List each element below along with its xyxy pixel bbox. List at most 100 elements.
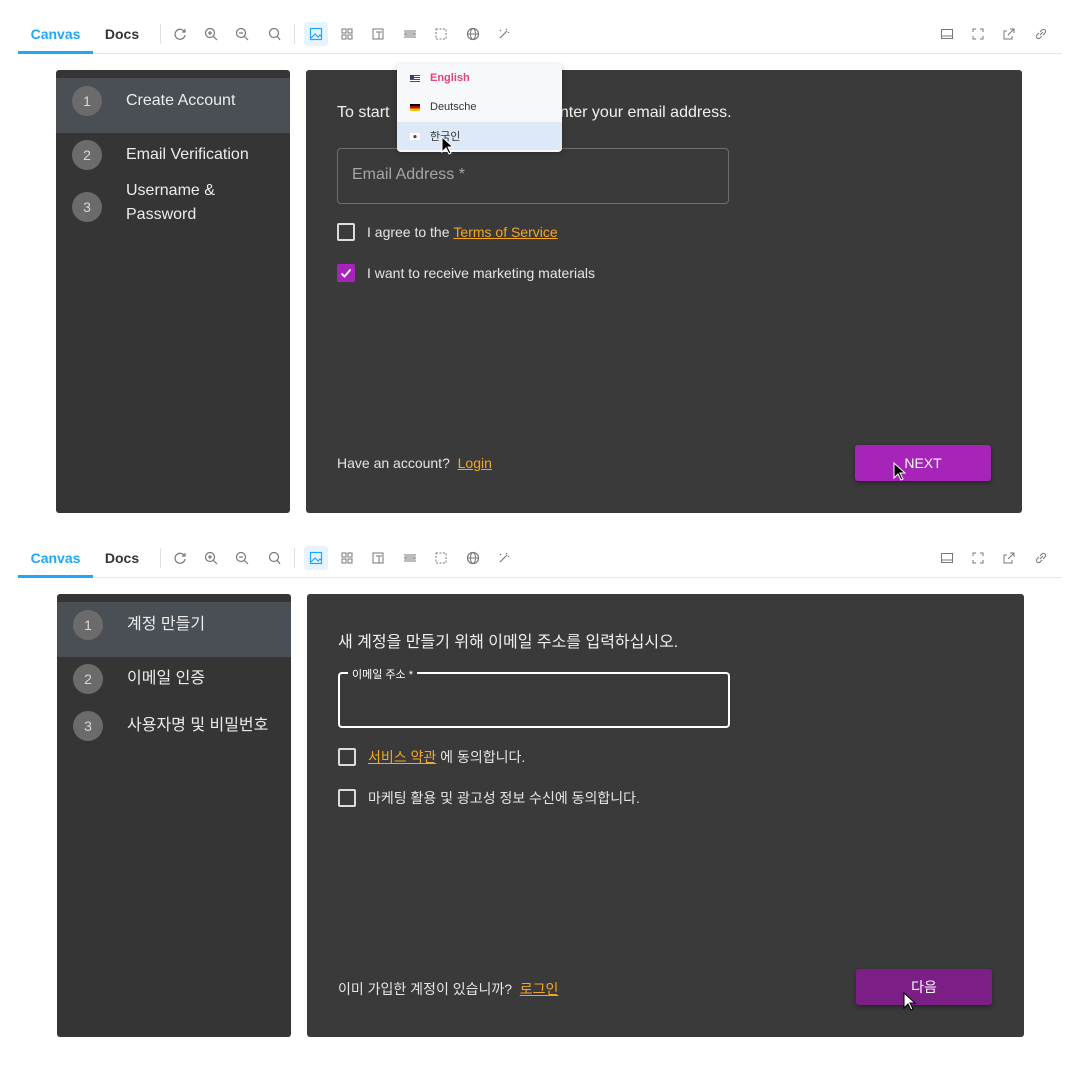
email-field[interactable]: 이메일 주소 * — [338, 666, 730, 728]
have-account-text: 이미 가입한 계정이 있습니까? — [338, 981, 513, 997]
storybook-toolbar: Canvas Docs — [18, 538, 1062, 578]
step-label: Username & Password — [126, 182, 215, 223]
reload-icon[interactable] — [168, 546, 192, 570]
intro-text-end: enter your email address. — [551, 104, 732, 121]
zoom-out-icon[interactable] — [230, 546, 254, 570]
step-create-account[interactable]: 1 Create Account — [56, 78, 290, 133]
terms-suffix: 에 동의합니다. — [436, 749, 526, 765]
language-label: Deutsche — [430, 101, 477, 113]
language-option-korean[interactable]: 한국인 — [397, 122, 562, 150]
marketing-label: I want to receive marketing materials — [367, 265, 595, 281]
language-dropdown: English Deutsche 한국인 — [397, 64, 562, 152]
fullscreen-icon[interactable] — [966, 546, 990, 570]
zoom-reset-icon[interactable] — [262, 22, 286, 46]
terms-link[interactable]: 서비스 약관 — [368, 747, 436, 767]
measure-icon[interactable] — [398, 22, 422, 46]
marketing-checkbox[interactable] — [338, 789, 356, 807]
measure-icon[interactable] — [398, 546, 422, 570]
language-label: English — [430, 72, 470, 84]
signup-form-panel: 새 계정을 만들기 위해 이메일 주소를 입력하십시오. 이메일 주소 * 서비… — [307, 594, 1024, 1037]
zoom-in-icon[interactable] — [199, 22, 223, 46]
step-email-verification[interactable]: 2 Email Verification — [56, 133, 290, 179]
copy-link-icon[interactable] — [1029, 22, 1053, 46]
language-option-german[interactable]: Deutsche — [397, 93, 562, 121]
toolbar-divider — [294, 548, 295, 568]
step-number: 3 — [72, 192, 102, 222]
marketing-label: 마케팅 활용 및 광고성 정보 수신에 동의합니다. — [368, 790, 640, 806]
reload-icon[interactable] — [168, 22, 192, 46]
language-option-english[interactable]: English — [397, 64, 562, 92]
step-number: 2 — [73, 664, 103, 694]
step-label: 계정 만들기 — [127, 616, 206, 633]
zoom-reset-icon[interactable] — [262, 546, 286, 570]
fullscreen-icon[interactable] — [966, 22, 990, 46]
have-account-row: 이미 가입한 계정이 있습니까? 로그인 — [338, 979, 558, 999]
step-number: 3 — [73, 711, 103, 741]
outline-icon[interactable] — [429, 546, 453, 570]
copy-link-icon[interactable] — [1029, 546, 1053, 570]
toolbar-divider — [160, 548, 161, 568]
next-button[interactable]: NEXT — [855, 445, 991, 481]
login-link[interactable]: 로그인 — [520, 981, 559, 997]
toolbar-divider — [160, 24, 161, 44]
accessibility-icon[interactable] — [492, 22, 516, 46]
addons-panel-icon[interactable] — [935, 546, 959, 570]
check-icon — [340, 268, 352, 278]
tab-canvas[interactable]: Canvas — [18, 14, 93, 54]
storybook-frame-english: Canvas Docs 1 Create Account 2 Email Ver… — [0, 0, 1080, 524]
email-label: 이메일 주소 * — [348, 666, 417, 682]
step-email-verification[interactable]: 2 이메일 인증 — [57, 657, 291, 704]
mouse-cursor-icon — [903, 992, 917, 1011]
intro-text: 새 계정을 만들기 위해 이메일 주소를 입력하십시오. — [338, 634, 679, 651]
terms-checkbox-row[interactable]: I agree to the Terms of Service — [337, 223, 558, 241]
tab-canvas[interactable]: Canvas — [18, 538, 93, 578]
us-flag-icon — [410, 74, 420, 82]
step-label: Email Verification — [126, 146, 249, 163]
grid-icon[interactable] — [335, 22, 359, 46]
globe-icon[interactable] — [461, 22, 485, 46]
viewport-icon[interactable] — [366, 22, 390, 46]
marketing-checkbox[interactable] — [337, 264, 355, 282]
step-number: 2 — [72, 140, 102, 170]
zoom-in-icon[interactable] — [199, 546, 223, 570]
marketing-checkbox-row[interactable]: 마케팅 활용 및 광고성 정보 수신에 동의합니다. — [338, 788, 640, 808]
grid-icon[interactable] — [335, 546, 359, 570]
terms-checkbox-row[interactable]: 서비스 약관 에 동의합니다. — [338, 747, 525, 767]
terms-checkbox[interactable] — [337, 223, 355, 241]
step-create-account[interactable]: 1 계정 만들기 — [57, 602, 291, 657]
step-number: 1 — [73, 610, 103, 640]
open-new-tab-icon[interactable] — [997, 546, 1021, 570]
storybook-toolbar: Canvas Docs — [18, 14, 1062, 54]
have-account-text: Have an account? — [337, 455, 450, 471]
step-label: Create Account — [126, 92, 236, 109]
terms-link[interactable]: Terms of Service — [453, 224, 557, 240]
outline-icon[interactable] — [429, 22, 453, 46]
background-icon[interactable] — [304, 546, 328, 570]
step-label: 이메일 인증 — [127, 670, 206, 687]
addons-panel-icon[interactable] — [935, 22, 959, 46]
email-field[interactable]: Email Address * — [337, 148, 729, 204]
terms-prefix: I agree to the — [367, 224, 454, 240]
step-username-password[interactable]: 3 Username & Password — [56, 179, 290, 249]
email-placeholder: Email Address * — [352, 166, 465, 183]
have-account-row: Have an account? Login — [337, 455, 492, 471]
mouse-cursor-icon — [441, 136, 455, 155]
globe-icon[interactable] — [461, 546, 485, 570]
kr-flag-icon — [410, 132, 420, 140]
tab-docs[interactable]: Docs — [100, 538, 144, 578]
open-new-tab-icon[interactable] — [997, 22, 1021, 46]
background-icon[interactable] — [304, 22, 328, 46]
terms-checkbox[interactable] — [338, 748, 356, 766]
accessibility-icon[interactable] — [492, 546, 516, 570]
login-link[interactable]: Login — [458, 455, 492, 471]
intro-text-start: To start — [337, 104, 390, 121]
mouse-cursor-icon — [893, 462, 907, 481]
zoom-out-icon[interactable] — [230, 22, 254, 46]
tab-docs[interactable]: Docs — [100, 14, 144, 54]
step-username-password[interactable]: 3 사용자명 및 비밀번호 — [57, 704, 291, 751]
viewport-icon[interactable] — [366, 546, 390, 570]
de-flag-icon — [410, 103, 420, 111]
marketing-checkbox-row[interactable]: I want to receive marketing materials — [337, 264, 595, 282]
step-label: 사용자명 및 비밀번호 — [127, 717, 269, 734]
next-button[interactable]: 다음 — [856, 969, 992, 1005]
